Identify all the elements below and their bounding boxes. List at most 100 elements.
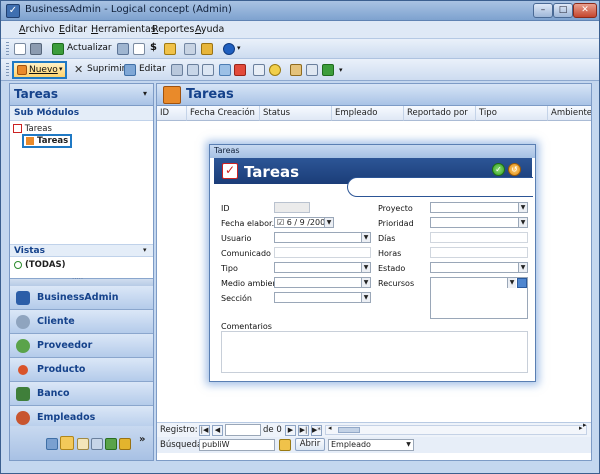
minimize-button[interactable]: – <box>533 3 553 18</box>
id-field[interactable] <box>274 202 310 213</box>
print-icon[interactable] <box>30 43 42 55</box>
filter-icon[interactable] <box>171 64 183 76</box>
dropdown-arrow-icon[interactable]: ▼ <box>361 233 370 242</box>
nav-more-button[interactable]: » <box>139 434 145 445</box>
nav-banco[interactable]: Banco <box>10 382 153 406</box>
lock-icon[interactable] <box>201 43 213 55</box>
dropdown-arrow-icon[interactable]: ▼ <box>518 203 527 212</box>
actualizar-button[interactable]: Actualizar <box>67 43 112 53</box>
tipo-select[interactable]: ▼ <box>274 262 371 273</box>
search-input[interactable]: publiW <box>199 439 275 451</box>
menu-reportes[interactable]: Reportes <box>152 24 194 35</box>
main-scroll-right-icon[interactable]: ▸ <box>583 421 587 429</box>
document-icon[interactable] <box>133 43 145 55</box>
search-field-select[interactable]: Empleado ▼ <box>328 439 414 451</box>
new-record-nav-button[interactable]: ▶* <box>311 425 322 436</box>
editar-button[interactable]: Editar <box>139 64 166 74</box>
info-icon[interactable] <box>223 43 235 55</box>
nav-producto[interactable]: Producto <box>10 358 153 382</box>
prioridad-select[interactable]: ▼ <box>430 217 528 228</box>
nav-splitter[interactable]: ..... <box>10 273 153 286</box>
scroll-left-icon[interactable]: ◂ <box>328 424 332 432</box>
scroll-thumb[interactable] <box>338 427 360 433</box>
scroll-right-icon[interactable]: ▸ <box>579 424 583 432</box>
grid-icon[interactable] <box>253 64 265 76</box>
title-bar[interactable]: ✓ BusinessAdmin - Logical concept (Admin… <box>1 1 599 21</box>
vistas-collapse-icon[interactable]: ▾ <box>143 246 147 254</box>
usuario-select[interactable]: ▼ <box>274 232 371 243</box>
folder-icon[interactable] <box>164 43 176 55</box>
nav-mini-icon[interactable] <box>46 438 58 450</box>
currency-button[interactable]: $ <box>150 42 157 53</box>
recursos-list[interactable]: ▼ <box>430 277 528 319</box>
dropdown-arrow-icon[interactable]: ▼ <box>507 278 516 288</box>
close-button[interactable]: ✕ <box>573 3 597 18</box>
find-icon[interactable] <box>219 64 231 76</box>
tools-icon[interactable] <box>184 43 196 55</box>
menu-editar[interactable]: Editar <box>59 24 87 35</box>
nuevo-button[interactable]: Nuevo ▾ <box>12 61 67 79</box>
column-header-reportado[interactable]: Reportado por <box>404 106 476 121</box>
nav-mini-task-icon[interactable] <box>60 436 74 450</box>
last-record-button[interactable]: ▶| <box>298 425 309 436</box>
funnel-icon[interactable] <box>306 64 318 76</box>
tag-icon[interactable] <box>290 64 302 76</box>
dropdown-arrow-icon[interactable]: ▼ <box>361 293 370 302</box>
medio-ambiente-select[interactable]: ▼ <box>274 277 371 288</box>
nav-proveedor[interactable]: Proveedor <box>10 334 153 358</box>
delete-icon[interactable]: ✕ <box>74 63 83 76</box>
panel-collapse-icon[interactable]: ▾ <box>143 89 147 98</box>
prev-record-button[interactable]: ◀ <box>212 425 223 436</box>
toolbar1-overflow-icon[interactable]: ▾ <box>237 44 241 52</box>
abrir-button[interactable]: Abrir <box>295 438 325 451</box>
search-tool-icon[interactable] <box>279 439 291 451</box>
preview-icon[interactable] <box>14 43 26 55</box>
maximize-button[interactable]: □ <box>553 3 573 18</box>
next-record-button[interactable]: ▶ <box>285 425 296 436</box>
refresh-icon[interactable] <box>52 43 64 55</box>
column-header-tipo[interactable]: Tipo <box>476 106 548 121</box>
tree-root-tareas[interactable]: Tareas <box>13 124 52 134</box>
smiley-icon[interactable] <box>269 64 281 76</box>
add-resource-icon[interactable] <box>517 278 527 288</box>
column-header-ambiente[interactable]: Ambiente <box>548 106 591 121</box>
dropdown-arrow-icon[interactable]: ▼ <box>361 278 370 287</box>
dialog-caption[interactable]: Tareas <box>210 145 535 158</box>
column-header-empleado[interactable]: Empleado <box>332 106 404 121</box>
menu-herramientas[interactable]: Herramientas <box>91 24 156 35</box>
nav-businessadmin[interactable]: BusinessAdmin <box>10 286 153 310</box>
dropdown-arrow-icon[interactable]: ▼ <box>361 263 370 272</box>
estado-select[interactable]: ▼ <box>430 262 528 273</box>
menu-archivo[interactable]: Archivo <box>19 24 55 35</box>
edit-icon[interactable] <box>124 64 136 76</box>
dropdown-arrow-icon[interactable]: ▼ <box>404 440 413 449</box>
column-header-status[interactable]: Status <box>260 106 332 121</box>
fecha-picker[interactable]: ☑ 6 / 9 /2008 ▼ <box>274 217 334 228</box>
dropdown-arrow-icon[interactable]: ▼ <box>518 218 527 227</box>
cancel-icon[interactable]: ↺ <box>508 163 521 176</box>
remove-filter-icon[interactable] <box>234 64 246 76</box>
nav-mini-chart-icon[interactable] <box>105 438 117 450</box>
nav-mini-list-icon[interactable] <box>91 438 103 450</box>
nav-mini-db-icon[interactable] <box>119 438 131 450</box>
excel-icon[interactable] <box>322 64 334 76</box>
sort-az-icon[interactable] <box>202 64 214 76</box>
record-number-input[interactable] <box>225 424 261 436</box>
column-header-fecha[interactable]: Fecha Creación <box>187 106 260 121</box>
view-todas[interactable]: (TODAS) <box>14 260 66 270</box>
horizontal-scrollbar[interactable]: ◂ ▸ <box>325 424 587 435</box>
calendar-dropdown-icon[interactable]: ▼ <box>324 218 333 227</box>
ok-icon[interactable]: ✓ <box>492 163 505 176</box>
horas-field[interactable] <box>430 247 528 258</box>
comunicado-field[interactable] <box>274 247 371 258</box>
toolbar-grip[interactable] <box>6 63 9 77</box>
nuevo-dropdown-icon[interactable]: ▾ <box>59 65 63 73</box>
toolbar2-overflow-icon[interactable]: ▾ <box>339 66 343 74</box>
seccion-select[interactable]: ▼ <box>274 292 371 303</box>
nav-cliente[interactable]: Cliente <box>10 310 153 334</box>
suprimir-button[interactable]: Suprimir <box>87 64 125 74</box>
dropdown-arrow-icon[interactable]: ▼ <box>518 263 527 272</box>
dias-field[interactable] <box>430 232 528 243</box>
proyecto-select[interactable]: ▼ <box>430 202 528 213</box>
first-record-button[interactable]: |◀ <box>199 425 210 436</box>
